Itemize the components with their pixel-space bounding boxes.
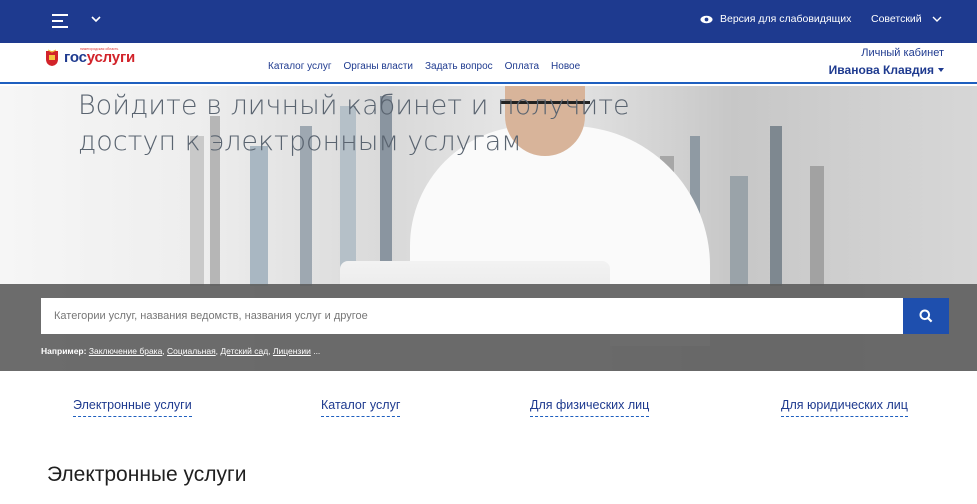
service-tabs: Электронные услуги Каталог услуг Для физ… xyxy=(0,398,977,428)
example-licenses[interactable]: Лицензии xyxy=(273,346,311,356)
search-button[interactable] xyxy=(903,298,949,334)
nav-ask-question[interactable]: Задать вопрос xyxy=(425,61,493,72)
hero-banner: Войдите в личный кабинет и получите дост… xyxy=(0,86,977,371)
low-vision-label: Версия для слабовидящих xyxy=(720,13,852,25)
example-kindergarten[interactable]: Детский сад xyxy=(220,346,268,356)
site-header: нижегородская область госуслуги Каталог … xyxy=(0,43,977,84)
examples-label: Например: xyxy=(41,346,87,356)
hero-title: Войдите в личный кабинет и получите дост… xyxy=(78,90,630,157)
region-select[interactable]: Советский xyxy=(871,13,942,25)
coat-of-arms-icon xyxy=(46,49,58,66)
tab-individuals[interactable]: Для физических лиц xyxy=(530,398,650,417)
tab-legal-entities[interactable]: Для юридических лиц xyxy=(781,398,908,417)
section-title: Электронные услуги xyxy=(47,463,247,486)
nav-new[interactable]: Новое xyxy=(551,61,580,72)
personal-cabinet-link[interactable]: Личный кабинет xyxy=(861,47,944,59)
example-social[interactable]: Социальная xyxy=(167,346,216,356)
examples-more: ... xyxy=(313,346,321,356)
logo[interactable]: нижегородская область госуслуги xyxy=(44,47,136,67)
tab-catalog[interactable]: Каталог услуг xyxy=(321,398,401,417)
logo-region: нижегородская область xyxy=(80,47,119,51)
user-name: Иванова Клавдия xyxy=(828,63,934,77)
nav-catalog[interactable]: Каталог услуг xyxy=(268,61,332,72)
chevron-down-icon xyxy=(932,16,942,22)
example-marriage[interactable]: Заключение брака xyxy=(89,346,162,356)
region-label: Советский xyxy=(871,13,922,25)
search-input[interactable] xyxy=(41,298,903,334)
logo-text: госуслуги xyxy=(64,49,136,66)
search-band: Например: Заключение брака, Социальная, … xyxy=(0,284,977,371)
search-icon xyxy=(919,309,933,323)
chevron-down-icon[interactable] xyxy=(90,13,102,25)
top-bar: Версия для слабовидящих Советский xyxy=(0,0,977,43)
user-menu[interactable]: Иванова Клавдия xyxy=(829,63,944,77)
low-vision-link[interactable]: Версия для слабовидящих xyxy=(700,13,851,25)
menu-icon[interactable] xyxy=(52,12,72,30)
eye-icon xyxy=(700,15,713,23)
nav-authorities[interactable]: Органы власти xyxy=(344,61,413,72)
main-nav: Каталог услуг Органы власти Задать вопро… xyxy=(268,61,580,72)
nav-payment[interactable]: Оплата xyxy=(505,61,539,72)
tab-electronic-services[interactable]: Электронные услуги xyxy=(73,398,192,417)
search-examples: Например: Заключение брака, Социальная, … xyxy=(41,346,321,356)
caret-down-icon xyxy=(938,68,944,72)
